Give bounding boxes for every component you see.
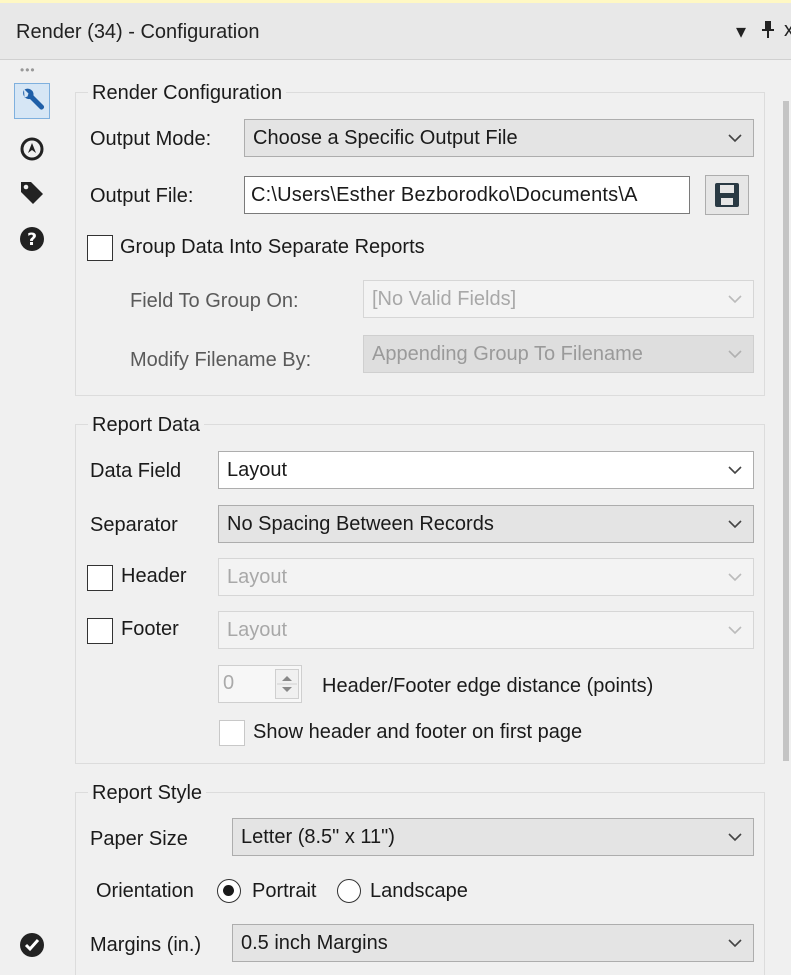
header-select[interactable]: Layout bbox=[218, 558, 754, 596]
tag-icon[interactable] bbox=[14, 175, 50, 211]
chevron-down-icon bbox=[728, 833, 742, 842]
paper-size-select[interactable]: Letter (8.5" x 11") bbox=[232, 818, 754, 856]
output-file-input[interactable]: C:\Users\Esther Bezborodko\Documents\A bbox=[244, 176, 690, 214]
chevron-down-icon bbox=[728, 939, 742, 948]
close-icon[interactable]: x bbox=[784, 19, 791, 42]
footer-select[interactable]: Layout bbox=[218, 611, 754, 649]
edge-distance-label: Header/Footer edge distance (points) bbox=[322, 675, 654, 697]
group-data-checkbox[interactable] bbox=[87, 235, 113, 261]
show-first-page-checkbox[interactable] bbox=[219, 720, 245, 746]
chevron-down-icon bbox=[728, 350, 742, 359]
separator-select[interactable]: No Spacing Between Records bbox=[218, 505, 754, 543]
chevron-down-icon bbox=[728, 295, 742, 304]
vertical-scrollbar[interactable] bbox=[781, 61, 791, 975]
header-value: Layout bbox=[227, 566, 288, 588]
pin-icon[interactable] bbox=[760, 19, 776, 45]
edge-distance-stepper[interactable]: 0 bbox=[218, 665, 302, 703]
report-data-title: Report Data bbox=[88, 414, 204, 437]
help-icon[interactable]: ? bbox=[14, 221, 50, 257]
footer-checkbox[interactable] bbox=[87, 618, 113, 644]
svg-text:?: ? bbox=[27, 230, 37, 250]
margins-select[interactable]: 0.5 inch Margins bbox=[232, 924, 754, 962]
grip-icon[interactable]: ••• bbox=[20, 63, 36, 77]
field-to-group-label: Field To Group On: bbox=[130, 290, 299, 312]
output-mode-select[interactable]: Choose a Specific Output File bbox=[244, 119, 754, 157]
chevron-down-icon bbox=[728, 520, 742, 529]
chevron-down-icon bbox=[728, 626, 742, 635]
tool-sidebar: ••• ? bbox=[0, 61, 62, 975]
data-field-select[interactable]: Layout bbox=[218, 451, 754, 489]
field-to-group-select[interactable]: [No Valid Fields] bbox=[363, 280, 754, 318]
save-icon bbox=[715, 183, 739, 207]
edge-distance-value: 0 bbox=[223, 672, 235, 694]
separator-value: No Spacing Between Records bbox=[227, 513, 494, 535]
margins-label: Margins (in.) bbox=[90, 934, 202, 956]
landscape-radio[interactable] bbox=[337, 879, 361, 903]
modify-filename-select[interactable]: Appending Group To Filename bbox=[363, 335, 754, 373]
checkmark-icon[interactable] bbox=[14, 927, 50, 963]
orientation-label: Orientation bbox=[96, 880, 194, 902]
wrench-icon[interactable] bbox=[14, 83, 50, 119]
output-mode-label: Output Mode: bbox=[90, 128, 212, 150]
stepper-arrows[interactable] bbox=[275, 669, 299, 699]
header-label: Header bbox=[121, 565, 187, 587]
chevron-down-icon bbox=[728, 134, 742, 143]
stepper-arrows-icon bbox=[277, 676, 297, 692]
modify-filename-label: Modify Filename By: bbox=[130, 349, 312, 371]
output-file-label: Output File: bbox=[90, 185, 194, 207]
footer-value: Layout bbox=[227, 619, 288, 641]
portrait-label: Portrait bbox=[252, 880, 317, 902]
dropdown-arrow-icon[interactable]: ▾ bbox=[736, 19, 746, 44]
paper-size-label: Paper Size bbox=[90, 828, 188, 850]
scrollbar-thumb[interactable] bbox=[783, 101, 789, 761]
report-style-title: Report Style bbox=[88, 782, 207, 805]
landscape-label: Landscape bbox=[370, 880, 468, 902]
data-field-value: Layout bbox=[227, 459, 288, 481]
margins-value: 0.5 inch Margins bbox=[241, 932, 388, 954]
footer-label: Footer bbox=[121, 618, 179, 640]
field-to-group-value: [No Valid Fields] bbox=[372, 288, 517, 310]
paper-size-value: Letter (8.5" x 11") bbox=[241, 826, 395, 848]
compass-icon[interactable] bbox=[14, 131, 50, 167]
modify-filename-value: Appending Group To Filename bbox=[372, 343, 643, 365]
save-file-button[interactable] bbox=[705, 175, 749, 215]
group-data-label: Group Data Into Separate Reports bbox=[120, 236, 425, 258]
window-title: Render (34) - Configuration bbox=[16, 21, 260, 43]
render-configuration-title: Render Configuration bbox=[88, 82, 287, 105]
separator-label: Separator bbox=[90, 514, 178, 536]
data-field-label: Data Field bbox=[90, 460, 182, 482]
header-checkbox[interactable] bbox=[87, 565, 113, 591]
portrait-radio[interactable] bbox=[217, 879, 241, 903]
output-mode-value: Choose a Specific Output File bbox=[253, 127, 518, 149]
chevron-down-icon bbox=[728, 573, 742, 582]
radio-selected-dot bbox=[223, 885, 234, 896]
chevron-down-icon bbox=[728, 466, 742, 475]
window-titlebar: Render (34) - Configuration ▾ x bbox=[0, 0, 791, 60]
show-first-page-label: Show header and footer on first page bbox=[253, 721, 583, 743]
